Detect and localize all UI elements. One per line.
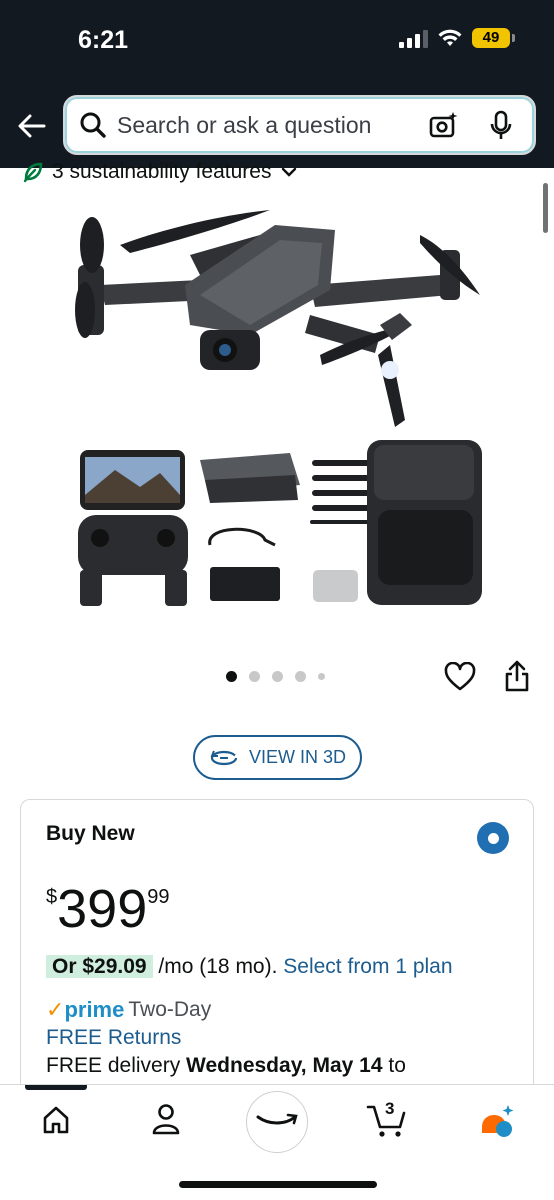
carousel-dot[interactable]: [318, 673, 325, 680]
prime-check-icon: ✓: [46, 997, 65, 1022]
buy-new-title: Buy New: [46, 822, 135, 845]
wifi-icon: [438, 29, 462, 46]
mic-icon[interactable]: [490, 110, 512, 142]
price-symbol: $: [46, 886, 58, 908]
free-returns-link[interactable]: FREE Returns: [46, 1026, 181, 1050]
prime-two-day: Two-Day: [128, 998, 212, 1021]
cellular-signal-icon: [399, 28, 428, 48]
monthly-price: Or $29.09: [46, 955, 153, 978]
amazon-smile-icon: [256, 1113, 298, 1125]
select-plan-link[interactable]: Select from 1 plan: [283, 955, 452, 978]
accessories-illustration: [78, 440, 482, 606]
sustainability-text: 3 sustainability features: [52, 160, 272, 183]
delivery-date: Wednesday, May 14: [186, 1054, 383, 1077]
delivery-info: FREE delivery Wednesday, May 14 to: [46, 1054, 406, 1078]
monthly-terms: /mo (18 mo).: [152, 955, 284, 978]
bottom-tab-bar: 3: [0, 1084, 554, 1200]
status-icons: 49: [399, 28, 515, 48]
camera-icon[interactable]: [429, 111, 459, 139]
top-header: 6:21 49: [0, 0, 554, 168]
view-in-3d-label: VIEW IN 3D: [248, 747, 346, 767]
monthly-payment: Or $29.09 /mo (18 mo). Select from 1 pla…: [46, 955, 453, 979]
price-fraction: 99: [147, 886, 170, 908]
delivery-suffix: to: [382, 1054, 406, 1077]
page-scrollbar[interactable]: [543, 183, 548, 233]
buy-new-radio[interactable]: [477, 822, 509, 854]
rotate-3d-icon: [210, 750, 238, 765]
carousel-dot[interactable]: [272, 671, 283, 682]
chevron-down-icon: [282, 167, 297, 177]
product-image[interactable]: [60, 195, 500, 625]
leaf-icon: [23, 162, 43, 183]
image-carousel-dots[interactable]: [226, 671, 325, 682]
price: $ 399 99: [46, 878, 169, 936]
home-icon[interactable]: [42, 1105, 70, 1135]
account-icon[interactable]: [152, 1103, 180, 1135]
share-icon[interactable]: [504, 659, 530, 693]
back-arrow-icon[interactable]: [14, 108, 50, 144]
heart-icon[interactable]: [444, 662, 476, 692]
amazon-home-button[interactable]: [246, 1091, 308, 1153]
buy-new-card[interactable]: Buy New $ 399 99 Or $29.09 /mo (18 mo). …: [20, 799, 534, 1119]
delivery-prefix: FREE delivery: [46, 1054, 187, 1077]
carousel-dot[interactable]: [295, 671, 306, 682]
view-in-3d-button[interactable]: VIEW IN 3D: [193, 735, 362, 780]
search-icon: [80, 112, 106, 138]
prime-logo: prime: [64, 997, 125, 1022]
search-input[interactable]: [117, 111, 407, 139]
prime-badge: ✓ prime Two-Day: [46, 997, 211, 1023]
drone-illustration: [75, 210, 480, 427]
price-whole: 399: [57, 879, 148, 939]
rufus-icon[interactable]: [478, 1103, 516, 1137]
sustainability-features-link[interactable]: 3 sustainability features: [22, 160, 297, 184]
search-bar[interactable]: [63, 95, 536, 155]
active-tab-indicator: [25, 1085, 87, 1090]
status-time: 6:21: [78, 26, 129, 54]
carousel-dot[interactable]: [226, 671, 237, 682]
cart-count: 3: [385, 1099, 395, 1118]
carousel-dot[interactable]: [249, 671, 260, 682]
battery-indicator: 49: [472, 28, 515, 48]
home-indicator: [179, 1181, 377, 1188]
